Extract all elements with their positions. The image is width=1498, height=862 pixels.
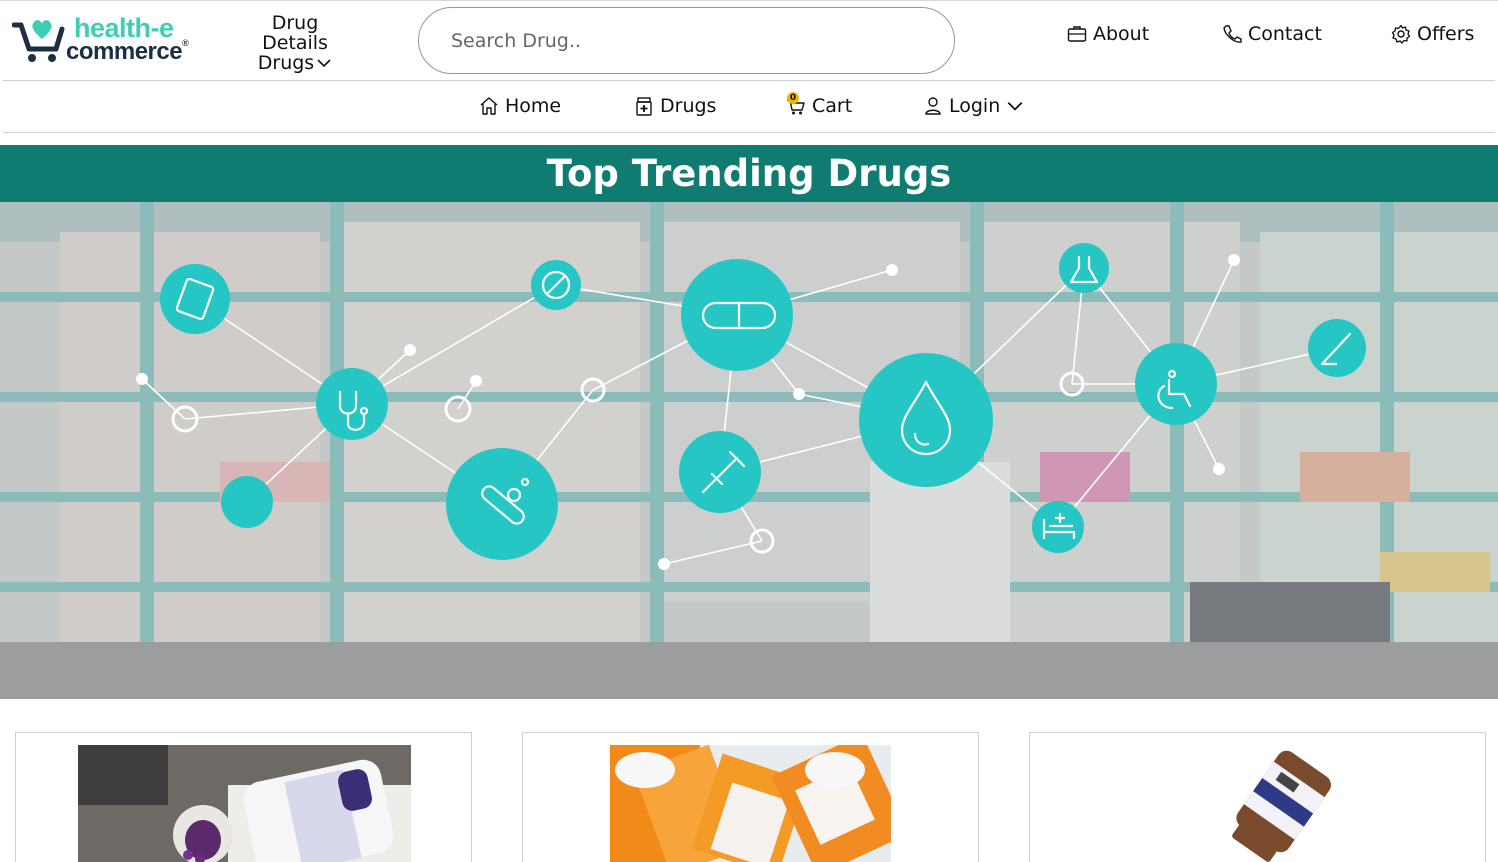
cart-count-badge: 0 [787,92,799,104]
nexium-bottle-image [78,745,411,862]
about-link[interactable]: About [1067,23,1149,45]
nav-login[interactable]: Login [923,95,1024,117]
nav-cart-label: Cart [812,95,853,117]
briefcase-icon [1067,26,1087,42]
nav-login-label: Login [949,95,1001,117]
about-label: About [1093,23,1150,45]
nav-divider [3,132,1495,133]
logo-line-2: commerce® [66,38,189,65]
drug-details-menu[interactable]: Drug Details Drugs [240,13,350,73]
phone-icon [1223,25,1242,43]
pharmacy-network-illustration [0,202,1498,699]
search-bar [418,7,955,74]
contact-label: Contact [1248,23,1322,45]
drug-details-title: Drug Details [262,12,328,54]
cart-logo-icon [11,20,65,62]
contact-link[interactable]: Contact [1222,23,1322,45]
brand-logo[interactable]: health-e commerce® [11,13,197,65]
user-icon [925,97,941,115]
main-nav [0,80,1498,133]
home-icon [480,97,498,115]
generic-drug-bottle-image [1210,745,1340,862]
hero-pharmacy-image [0,202,1498,699]
trending-banner-title: Top Trending Drugs [0,145,1498,202]
nav-drugs[interactable]: Drugs [634,95,716,117]
product-card[interactable] [522,732,979,862]
top-header: health-e commerce® Drug Details Drugs Ab… [0,0,1498,81]
chevron-down-icon [1007,101,1023,111]
nav-home[interactable]: Home [479,95,561,117]
gear-icon [1391,24,1411,44]
offers-link[interactable]: Offers [1391,23,1474,45]
chevron-down-icon [317,59,331,68]
offers-label: Offers [1417,23,1475,45]
product-card[interactable] [15,732,472,862]
nav-home-label: Home [505,95,562,117]
drug-details-sub-label: Drugs [257,52,315,74]
medicine-icon [636,97,652,116]
search-input[interactable] [451,26,921,56]
nav-drugs-label: Drugs [660,95,717,117]
product-card[interactable] [1029,732,1486,862]
pill-bottles-image [610,745,891,862]
